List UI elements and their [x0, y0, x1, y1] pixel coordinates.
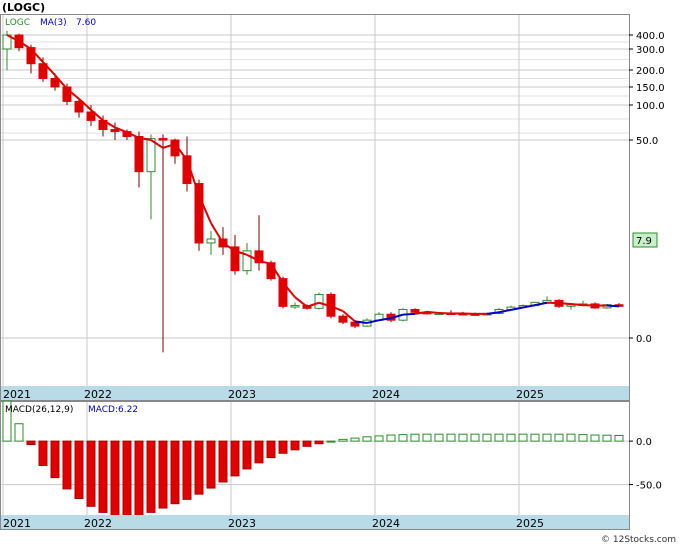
- macd-bar: [614, 434, 624, 442]
- ma-segment: [570, 302, 584, 307]
- candle-body: [290, 305, 300, 308]
- macd-bar: [206, 440, 216, 489]
- ma-segment: [606, 304, 620, 308]
- chart-title: (LOGC): [2, 1, 45, 14]
- watermark: © 12Stocks.com: [601, 535, 676, 545]
- macd-bar: [266, 440, 276, 459]
- macd-bar: [398, 434, 408, 442]
- macd-bar: [74, 440, 84, 499]
- macd-bar: [410, 433, 420, 442]
- legend-ticker: LOGC: [5, 18, 30, 28]
- macd-bar: [278, 440, 288, 454]
- macd-bar: [218, 440, 228, 483]
- macd-bar: [602, 434, 612, 442]
- macd-bar: [350, 437, 360, 442]
- macd-bar: [434, 433, 444, 442]
- macd-bar: [446, 433, 456, 442]
- macd-bar: [230, 440, 240, 477]
- macd-bar: [458, 433, 468, 442]
- macd-year-label: 2024: [372, 517, 400, 530]
- price-year-label: 2022: [84, 388, 112, 401]
- price-year-label: 2024: [372, 388, 400, 401]
- price-year-label: 2025: [516, 388, 544, 401]
- macd-bar: [146, 440, 156, 513]
- macd-bar: [194, 440, 204, 495]
- macd-bar: [554, 433, 564, 442]
- ma-segment: [426, 310, 440, 315]
- price-y-axis: 400.0 300.0 200.0 150.0 100.0 50.0 0.0: [629, 31, 665, 345]
- macd-tick-label: 0.0: [636, 437, 652, 448]
- macd-bar: [62, 440, 72, 490]
- macd-bar: [518, 433, 528, 442]
- macd-bar: [578, 434, 588, 442]
- macd-bar: [122, 440, 132, 519]
- price-panel-frame: [0, 14, 630, 401]
- macd-year-label: 2021: [3, 517, 31, 530]
- candle-body: [206, 238, 216, 244]
- macd-year-label: 2023: [228, 517, 256, 530]
- price-tick-label: 200.0: [636, 66, 665, 77]
- current-price-label: 7.9: [636, 236, 652, 247]
- legend-ma-label: MA(3): [40, 18, 67, 28]
- legend-ma-value: 7.60: [76, 18, 96, 28]
- macd-bar: [566, 433, 576, 442]
- price-year-label: 2023: [228, 388, 256, 401]
- macd-legend-value: MACD:6.22: [88, 405, 138, 415]
- candle-body: [110, 129, 120, 133]
- price-tick-label: 50.0: [636, 136, 658, 147]
- macd-bar: [14, 423, 24, 442]
- candle-body: [158, 138, 168, 141]
- macd-y-axis: 0.0 -50.0: [629, 437, 662, 492]
- macd-bar: [422, 433, 432, 442]
- candle-body: [74, 100, 84, 113]
- candle-body: [410, 308, 420, 313]
- macd-bar: [590, 434, 600, 442]
- macd-bar: [242, 440, 252, 470]
- candle-body: [134, 136, 144, 173]
- macd-bar: [470, 433, 480, 442]
- candle-body: [338, 315, 348, 323]
- macd-tick-label: -50.0: [636, 481, 662, 492]
- price-year-label: 2021: [3, 388, 31, 401]
- macd-bar: [482, 433, 492, 442]
- macd-bar: [506, 433, 516, 442]
- ma-segment: [558, 302, 572, 305]
- macd-bar: [182, 440, 192, 500]
- macd-bar: [158, 440, 168, 509]
- macd-bar: [386, 434, 396, 442]
- macd-bar: [290, 440, 300, 451]
- price-tick-label: 100.0: [636, 101, 665, 112]
- macd-bar: [302, 440, 312, 447]
- macd-bar: [38, 440, 48, 466]
- candle-body: [350, 321, 360, 327]
- macd-bar: [326, 440, 336, 443]
- macd-bar: [338, 438, 348, 442]
- macd-bar: [134, 440, 144, 517]
- macd-bar: [314, 440, 324, 445]
- macd-bar: [374, 435, 384, 442]
- macd-bar: [98, 440, 108, 513]
- macd-bar: [170, 440, 180, 505]
- price-tick-label: 0.0: [636, 334, 652, 345]
- macd-legend-label: MACD(26,12,9): [5, 405, 73, 415]
- macd-bar: [254, 440, 264, 464]
- macd-bar: [50, 440, 60, 479]
- price-tick-label: 150.0: [636, 83, 665, 94]
- price-tick-label: 400.0: [636, 31, 665, 42]
- macd-bar: [86, 440, 96, 507]
- macd-bar: [530, 433, 540, 442]
- ma-segment: [402, 312, 416, 316]
- macd-bar: [494, 433, 504, 442]
- candle-body: [314, 293, 324, 309]
- candle-body: [146, 138, 156, 173]
- macd-bar: [542, 433, 552, 442]
- macd-bar: [362, 436, 372, 442]
- chart-canvas: 400.0 300.0 200.0 150.0 100.0 50.0 0.0 2021 202…: [0, 1, 676, 545]
- price-tick-label: 300.0: [636, 45, 665, 56]
- macd-year-label: 2022: [84, 517, 112, 530]
- macd-year-label: 2025: [516, 517, 544, 530]
- macd-bar: [110, 440, 120, 517]
- macd-bar: [26, 440, 36, 446]
- stock-chart-figure: 400.0 300.0 200.0 150.0 100.0 50.0 0.0 2021 202…: [0, 0, 680, 546]
